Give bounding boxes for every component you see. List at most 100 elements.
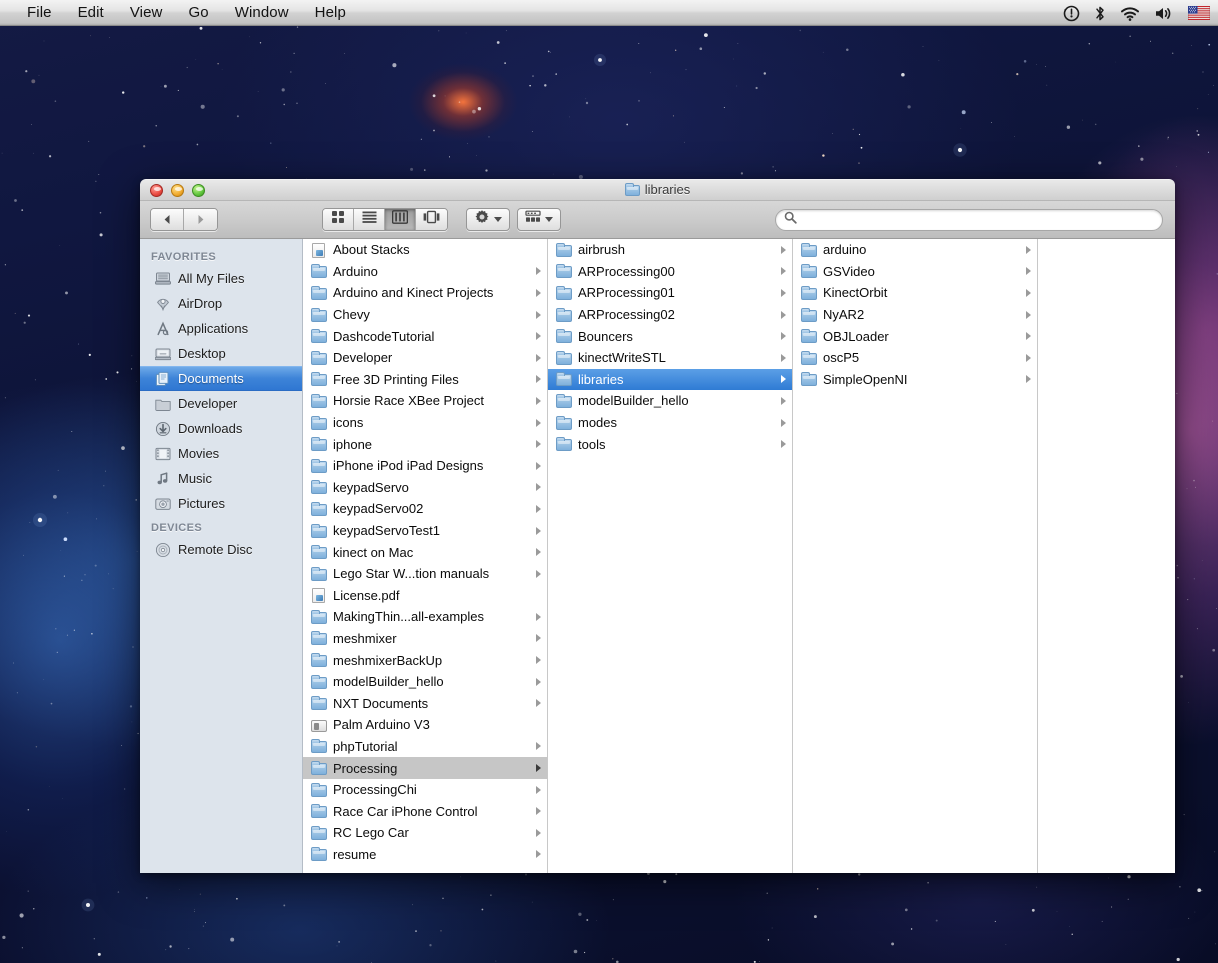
action-gear-menu[interactable] [466,208,510,231]
file-row[interactable]: License.pdf [303,585,547,607]
downloads-icon [154,421,171,437]
file-row[interactable]: DashcodeTutorial [303,325,547,347]
file-name: NyAR2 [823,307,865,323]
file-row[interactable]: kinect on Mac [303,541,547,563]
sidebar-item-applications[interactable]: Applications [140,316,302,341]
sidebar-item-downloads[interactable]: Downloads [140,416,302,441]
coverflow-view-button[interactable] [416,209,447,230]
menu-view[interactable]: View [117,0,176,25]
column-processing[interactable]: airbrush ARProcessing00 ARProcessing01 ARPr… [548,239,793,873]
volume-icon[interactable] [1154,5,1174,22]
back-button[interactable] [151,209,184,230]
file-name: RC Lego Car [333,825,409,841]
file-row[interactable]: GSVideo [793,261,1037,283]
sidebar-item-label: Music [178,471,212,486]
file-row[interactable]: NyAR2 [793,304,1037,326]
sidebar-item-developer[interactable]: Developer [140,391,302,416]
file-row[interactable]: RC Lego Car [303,822,547,844]
column-view-button[interactable] [385,209,416,230]
file-row[interactable]: modelBuilder_hello [548,390,792,412]
file-row[interactable]: meshmixerBackUp [303,649,547,671]
menu-file[interactable]: File [14,0,65,25]
file-row[interactable]: icons [303,412,547,434]
file-row[interactable]: iphone [303,433,547,455]
sidebar-item-music[interactable]: Music [140,466,302,491]
sidebar-item-label: Desktop [178,346,226,361]
file-row[interactable]: meshmixer [303,628,547,650]
file-row[interactable]: Race Car iPhone Control [303,800,547,822]
folder-icon [556,437,572,452]
file-row[interactable]: libraries [548,368,792,391]
file-row[interactable]: NXT Documents [303,692,547,714]
file-row[interactable]: Developer [303,347,547,369]
file-row[interactable]: ProcessingChi [303,779,547,801]
column-libraries[interactable]: arduino GSVideo KinectOrbit NyAR2 OBJLoader o… [793,239,1038,873]
file-row[interactable]: tools [548,433,792,455]
file-row[interactable]: iPhone iPod iPad Designs [303,455,547,477]
sidebar-item-remote-disc[interactable]: Remote Disc [140,537,302,562]
menu-help[interactable]: Help [302,0,359,25]
file-row[interactable]: Palm Arduino V3 [303,714,547,736]
file-row[interactable]: Arduino [303,261,547,283]
file-row[interactable]: keypadServoTest1 [303,520,547,542]
file-name: Developer [333,350,393,366]
sidebar-item-desktop[interactable]: Desktop [140,341,302,366]
us-flag-icon[interactable] [1188,6,1210,20]
file-row[interactable]: KinectOrbit [793,282,1037,304]
folder-icon [311,350,327,365]
file-row[interactable]: Arduino and Kinect Projects [303,282,547,304]
file-row[interactable]: Bouncers [548,325,792,347]
file-row[interactable]: OBJLoader [793,325,1037,347]
folder-icon [154,396,171,412]
search-field[interactable] [775,209,1163,231]
folder-icon [311,631,327,646]
file-row[interactable]: Chevy [303,304,547,326]
menu-edit[interactable]: Edit [65,0,117,25]
menu-go[interactable]: Go [175,0,221,25]
list-view-button[interactable] [354,209,385,230]
file-name: keypadServo [333,479,409,495]
menu-window[interactable]: Window [222,0,302,25]
file-row[interactable]: Free 3D Printing Files [303,369,547,391]
timemachine-alert-icon[interactable] [1063,5,1080,22]
file-row[interactable]: airbrush [548,239,792,261]
sidebar-item-airdrop[interactable]: AirDrop [140,291,302,316]
file-row[interactable]: phpTutorial [303,736,547,758]
file-row[interactable]: Horsie Race XBee Project [303,390,547,412]
file-row[interactable]: About Stacks [303,239,547,261]
file-row[interactable]: kinectWriteSTL [548,347,792,369]
file-row[interactable]: modes [548,412,792,434]
column-documents[interactable]: About Stacks Arduino Arduino and Kinect Pr… [303,239,548,873]
file-name: ProcessingChi [333,782,417,798]
window-titlebar[interactable]: libraries [140,179,1175,201]
sidebar-item-movies[interactable]: Movies [140,441,302,466]
file-row[interactable]: ARProcessing02 [548,304,792,326]
file-row[interactable]: MakingThin...all-examples [303,606,547,628]
forward-button[interactable] [184,209,217,230]
file-row[interactable]: Processing [303,757,547,779]
finder-toolbar [140,201,1175,239]
file-row[interactable]: SimpleOpenNI [793,369,1037,391]
bluetooth-icon[interactable] [1094,5,1106,22]
search-input[interactable] [802,213,1154,227]
file-row[interactable]: oscP5 [793,347,1037,369]
file-row[interactable]: keypadServo [303,477,547,499]
column-preview[interactable] [1038,239,1175,873]
file-row[interactable]: arduino [793,239,1037,261]
icon-view-button[interactable] [323,209,354,230]
file-row[interactable]: resume [303,844,547,866]
disclosure-chevron-icon [781,310,786,319]
folder-icon [624,183,640,196]
sidebar-item-pictures[interactable]: Pictures [140,491,302,516]
file-row[interactable]: Lego Star W...tion manuals [303,563,547,585]
arrange-by-menu[interactable] [517,208,561,231]
wifi-icon[interactable] [1120,5,1140,22]
file-row[interactable]: modelBuilder_hello [303,671,547,693]
file-row[interactable]: ARProcessing00 [548,261,792,283]
file-name: Chevy [333,307,370,323]
sidebar-item-all-my-files[interactable]: All My Files [140,266,302,291]
file-row[interactable]: ARProcessing01 [548,282,792,304]
folder-icon [311,825,327,840]
sidebar-item-documents[interactable]: Documents [140,366,302,391]
file-row[interactable]: keypadServo02 [303,498,547,520]
